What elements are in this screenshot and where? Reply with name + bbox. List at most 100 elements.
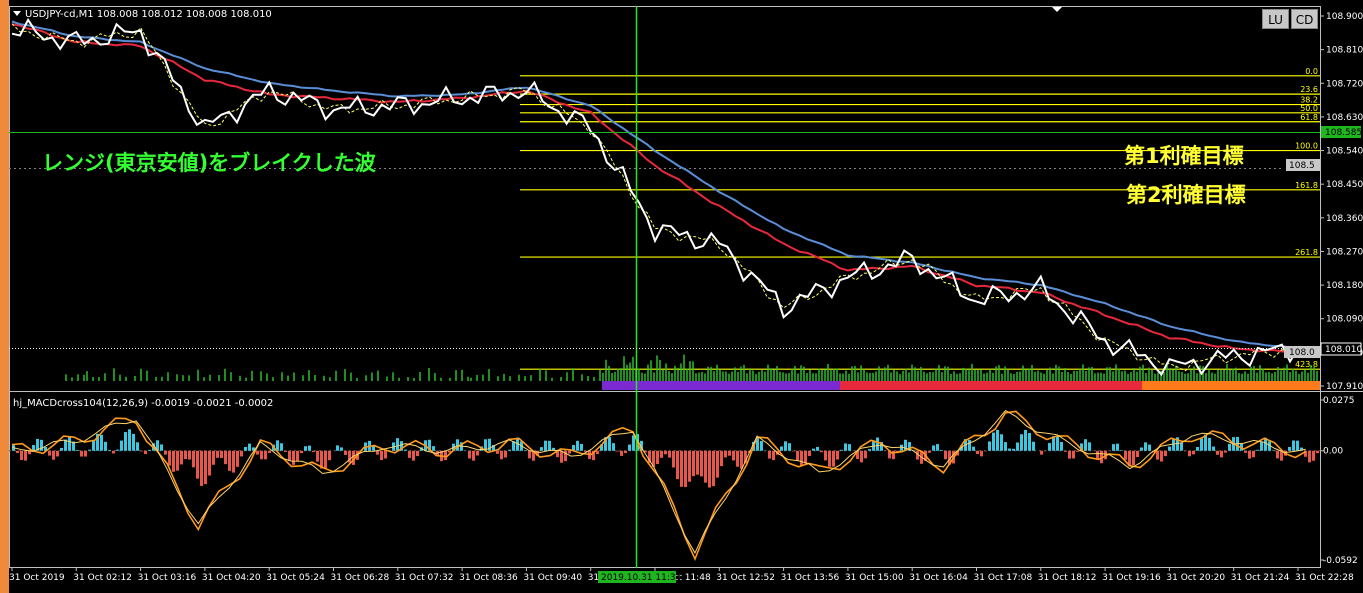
macd-histogram-bar: [308, 445, 311, 451]
cd-button[interactable]: CD: [1291, 9, 1318, 29]
macd-histogram-bar: [784, 441, 787, 451]
macd-histogram-bar: [1192, 450, 1195, 455]
macd-histogram-bar: [104, 441, 107, 451]
macd-histogram-bar: [1228, 443, 1231, 451]
macd-histogram-bar: [60, 447, 63, 451]
macd-histogram-bar: [144, 450, 147, 455]
macd-histogram-bar: [596, 450, 599, 455]
macd-tick-label: -0.0592: [1323, 556, 1358, 566]
moving-average-blue-line: [11, 20, 1299, 350]
macd-histogram-bar: [980, 450, 983, 457]
macd-histogram-bar: [316, 450, 319, 462]
macd-histogram-bar: [1212, 446, 1215, 451]
macd-histogram-bar: [468, 450, 471, 459]
macd-histogram-bar: [380, 450, 383, 461]
time-tick-label: 31 Oct 04:20: [202, 573, 261, 583]
symbol-title: USDJPY-cd,M1 108.008 108.012 108.008 108…: [25, 9, 272, 20]
price-line: [11, 17, 1299, 377]
macd-histogram-bar: [504, 450, 507, 458]
time-tick-label: 31 Oct 12:52: [716, 573, 775, 583]
symbol-dropdown-icon[interactable]: [13, 11, 21, 16]
macd-histogram-bar: [1032, 441, 1035, 451]
macd-histogram-bar: [1180, 442, 1183, 451]
macd-histogram-bar: [1256, 449, 1259, 451]
macd-histogram-bar: [688, 450, 691, 482]
macd-histogram-bar: [544, 440, 547, 451]
price-series-line: [11, 17, 1299, 377]
macd-histogram-bar: [184, 450, 187, 460]
time-tick-label: 31 Oct 18:12: [1038, 573, 1097, 583]
fib-level-label: 161.8: [1295, 181, 1318, 190]
macd-histogram-bar: [108, 449, 111, 451]
macd-histogram-bar: [264, 450, 267, 460]
macd-histogram-bar: [1280, 450, 1283, 461]
macd-histogram-bar: [124, 432, 127, 451]
macd-histogram-bar: [432, 446, 435, 451]
macd-histogram-bar: [1312, 450, 1315, 461]
macd-histogram-bar: [136, 442, 139, 451]
macd-histogram-bar: [800, 450, 803, 466]
macd-histogram-bar: [616, 450, 619, 452]
macd-histogram-bar: [384, 450, 387, 459]
fibonacci-retracement[interactable]: 0.023.638.250.061.8100.0161.8261.8423.8: [520, 67, 1320, 370]
macd-histogram-bar: [1188, 450, 1191, 457]
macd-histogram-bar: [1252, 450, 1255, 458]
macd-histogram-bar: [140, 450, 143, 452]
chart-window: USDJPY-cd,M1 108.008 108.012 108.008 108…: [0, 0, 1363, 593]
macd-histogram-bar: [1112, 444, 1115, 451]
macd-histogram-bar: [180, 450, 183, 465]
macd-histogram-bar: [940, 449, 943, 451]
macd-histogram-bar: [1200, 438, 1203, 451]
macd-histogram-bar: [624, 450, 627, 454]
macd-histogram-bar: [1028, 432, 1031, 451]
macd-histogram-bar: [240, 450, 243, 457]
macd-histogram-bar: [228, 450, 231, 471]
macd-histogram-bar: [92, 440, 95, 451]
time-tick-label: 31 Oct 21:24: [1231, 573, 1290, 583]
price-tick-label: 108.360: [1326, 214, 1363, 224]
macd-histogram-bar: [304, 446, 307, 451]
macd-histogram-bar: [672, 450, 675, 468]
time-tick-label: 31 Oct 15:00: [845, 573, 904, 583]
macd-histogram-bar: [1072, 450, 1075, 459]
macd-histogram-bar: [740, 450, 743, 469]
price-tick-label: 108.720: [1326, 79, 1363, 89]
macd-histogram-bar: [828, 450, 831, 467]
macd-histogram-bar: [312, 450, 315, 453]
shift-marker-icon[interactable]: [1052, 7, 1062, 12]
price-tick-label: 108.090: [1326, 315, 1363, 325]
macd-histogram-bar: [528, 450, 531, 459]
macd-tick-label: 0.00: [1323, 447, 1343, 457]
macd-histogram-bar: [68, 436, 71, 451]
macd-histogram-bar: [396, 438, 399, 451]
macd-histogram-bar: [972, 446, 975, 451]
macd-histogram-bar: [676, 450, 679, 480]
macd-histogram-bar: [284, 450, 287, 452]
macd-histogram-bar: [372, 446, 375, 451]
macd-histogram-bar: [168, 450, 171, 466]
macd-histogram-bar: [340, 447, 343, 451]
price-chart[interactable]: USDJPY-cd,M1 108.008 108.012 108.008 108…: [0, 0, 1363, 593]
lu-button[interactable]: LU: [1262, 9, 1289, 29]
macd-histogram-bar: [416, 450, 419, 457]
macd-histogram-bar: [736, 450, 739, 467]
macd-histogram-bar: [760, 440, 763, 451]
macd-histogram-bar: [936, 444, 939, 451]
time-tick-label: 31 Oct 06:28: [331, 573, 390, 583]
macd-histogram-bar: [1068, 450, 1071, 459]
time-tick-label: 31 Oct 02:12: [73, 573, 132, 583]
time-tick-label: 31 Oct 2019: [9, 573, 65, 583]
macd-histogram-bar: [1064, 450, 1067, 452]
macd-histogram-bar: [476, 450, 479, 456]
macd-histogram-bar: [576, 440, 579, 451]
macd-histogram-bar: [56, 450, 59, 457]
macd-histogram-bar: [200, 450, 203, 486]
macd-histogram-bar: [260, 450, 263, 460]
macd-histogram-bar: [288, 450, 291, 461]
macd-histogram-bar: [724, 450, 727, 458]
macd-histogram-bar: [848, 444, 851, 451]
macd-histogram-bar: [692, 450, 695, 477]
moving-averages: [11, 20, 1299, 372]
macd-histogram-bar: [548, 440, 551, 451]
fib-level-label: 23.6: [1300, 85, 1318, 94]
